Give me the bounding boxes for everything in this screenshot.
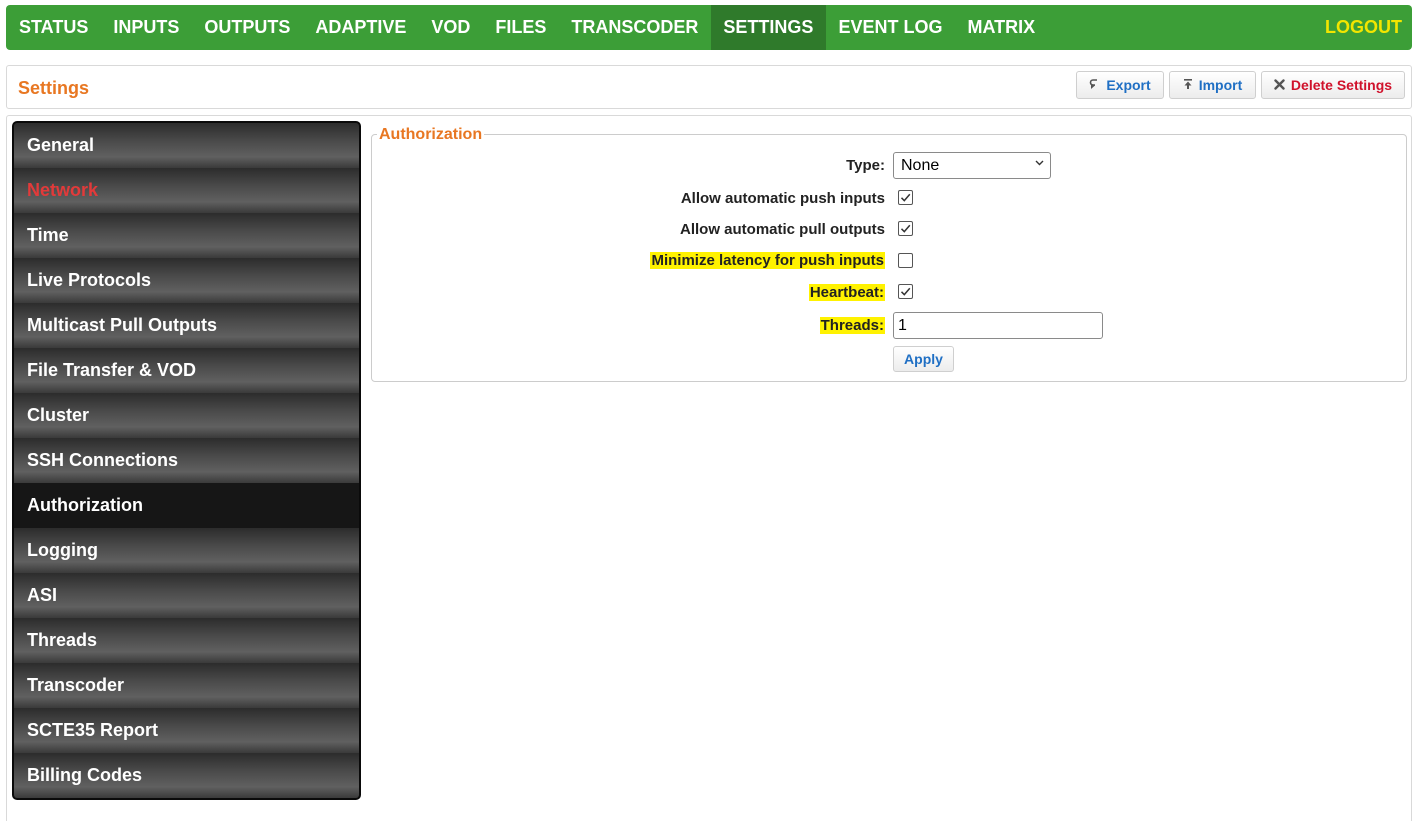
nav-outputs[interactable]: OUTPUTS [192,5,303,50]
menu-item-scte35-report[interactable]: SCTE35 Report [14,708,359,753]
menu-item-network[interactable]: Network [14,168,359,213]
menu-item-asi[interactable]: ASI [14,573,359,618]
export-icon [1089,78,1100,93]
menu-item-billing-codes[interactable]: Billing Codes [14,753,359,798]
menu-item-multicast-pull-outputs[interactable]: Multicast Pull Outputs [14,303,359,348]
import-icon [1183,78,1193,93]
settings-side-menu: General Network Time Live Protocols Mult… [12,121,361,800]
nav-event-log[interactable]: EVENT LOG [826,5,955,50]
minimize-latency-checkbox[interactable] [898,253,913,268]
delete-settings-button[interactable]: Delete Settings [1261,71,1405,99]
authorization-legend: Authorization [377,126,485,144]
nav-files[interactable]: FILES [483,5,559,50]
menu-item-threads[interactable]: Threads [14,618,359,663]
authorization-fieldset [371,134,1407,382]
page-title: Settings [18,78,90,98]
menu-item-general[interactable]: General [14,123,359,168]
push-inputs-label: Allow automatic push inputs [680,190,885,207]
threads-input[interactable] [893,312,1103,339]
menu-item-file-transfer-vod[interactable]: File Transfer & VOD [14,348,359,393]
close-icon [1274,78,1285,93]
nav-vod[interactable]: VOD [419,5,483,50]
minimize-latency-text: Minimize latency for push inputs [650,252,885,269]
menu-item-logging[interactable]: Logging [14,528,359,573]
export-button[interactable]: Export [1076,71,1164,99]
logout-link[interactable]: LOGOUT [1313,5,1413,50]
minimize-latency-label: Minimize latency for push inputs [650,252,885,269]
pull-outputs-label: Allow automatic pull outputs [680,221,885,238]
heartbeat-label: Heartbeat: [808,284,885,301]
check-icon [900,287,911,296]
menu-item-authorization[interactable]: Authorization [14,483,359,528]
heartbeat-checkbox[interactable] [898,284,913,299]
menu-item-live-protocols[interactable]: Live Protocols [14,258,359,303]
nav-settings[interactable]: SETTINGS [710,5,826,50]
type-select[interactable]: None [893,152,1051,179]
nav-inputs[interactable]: INPUTS [101,5,192,50]
pull-outputs-checkbox[interactable] [898,221,913,236]
import-label: Import [1198,77,1243,93]
type-select-value: None [901,156,940,174]
menu-item-ssh-connections[interactable]: SSH Connections [14,438,359,483]
check-icon [900,193,911,202]
type-label: Type: [846,157,885,174]
apply-button[interactable]: Apply [893,346,954,372]
nav-adaptive[interactable]: ADAPTIVE [303,5,419,50]
settings-header: Settings Export Import Delete Settings [6,65,1412,109]
nav-status[interactable]: STATUS [6,5,101,50]
menu-item-time[interactable]: Time [14,213,359,258]
push-inputs-checkbox[interactable] [898,190,913,205]
delete-settings-label: Delete Settings [1290,77,1393,93]
check-icon [900,224,911,233]
chevron-down-icon [1035,158,1044,170]
menu-item-transcoder[interactable]: Transcoder [14,663,359,708]
menu-item-cluster[interactable]: Cluster [14,393,359,438]
export-label: Export [1106,77,1151,93]
import-button[interactable]: Import [1169,71,1256,99]
top-nav: STATUS INPUTS OUTPUTS ADAPTIVE VOD FILES… [6,5,1412,50]
threads-text: Threads: [819,317,885,334]
heartbeat-text: Heartbeat: [808,284,885,301]
nav-matrix[interactable]: MATRIX [955,5,1048,50]
threads-label: Threads: [819,317,885,334]
nav-transcoder[interactable]: TRANSCODER [559,5,711,50]
